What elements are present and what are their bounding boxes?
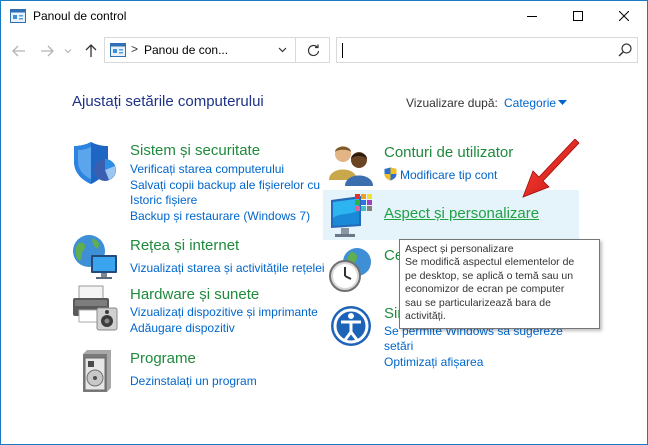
title-bar[interactable]: Panoul de control (1, 1, 647, 32)
link-check-computer-status[interactable]: Verificați starea computerului (130, 162, 284, 176)
link-backup-restore[interactable]: Backup și restaurare (Windows 7) (130, 209, 310, 223)
maximize-icon (573, 11, 583, 21)
clock-globe-icon[interactable] (327, 246, 375, 294)
link-view-devices-printers[interactable]: Vizualizați dispozitive și imprimante (130, 305, 318, 319)
tooltip-line: economizor de ecran pe computer (405, 283, 565, 296)
arrow-left-icon (12, 45, 25, 57)
category-programs-title[interactable]: Programe (130, 350, 196, 367)
network-globe-icon[interactable] (71, 233, 119, 281)
uac-shield-icon (384, 167, 397, 181)
red-annotation-arrow-icon (522, 139, 580, 198)
users-icon[interactable] (327, 140, 375, 188)
tooltip-line: Se modifică aspectul elementelor de (405, 256, 575, 269)
arrow-up-icon (85, 44, 97, 57)
address-bar[interactable]: > Panou de con... (104, 37, 330, 63)
maximize-button[interactable] (555, 1, 601, 31)
chevron-down-icon (64, 49, 72, 54)
appearance-tooltip: Aspect și personalizare Se modifică aspe… (399, 239, 600, 329)
category-appearance-title[interactable]: Aspect și personalizare (384, 205, 539, 222)
link-change-account-type[interactable]: Modificare tip cont (400, 168, 497, 182)
category-hardware-sound-title[interactable]: Hardware și sunete (130, 286, 259, 303)
link-save-backup-copies[interactable]: Salvați copii backup ale fișierelor cu (130, 178, 320, 192)
window-title: Panoul de control (33, 9, 127, 23)
back-button[interactable] (9, 41, 29, 61)
close-button[interactable] (601, 1, 647, 31)
search-icon[interactable] (617, 42, 633, 58)
tooltip-line: sau se particularizează bara de (405, 296, 551, 309)
link-file-history[interactable]: Istoric fișiere (130, 193, 197, 207)
appearance-monitor-icon[interactable] (327, 192, 375, 240)
category-user-accounts-title[interactable]: Conturi de utilizator (384, 144, 513, 161)
caret-down-icon[interactable] (558, 100, 567, 106)
tooltip-line: Aspect și personalizare (405, 243, 514, 255)
close-icon (619, 11, 629, 21)
refresh-icon (307, 44, 319, 56)
breadcrumb-separator[interactable]: > (131, 42, 138, 56)
link-settings[interactable]: setări (384, 339, 413, 353)
search-box[interactable] (336, 37, 638, 63)
view-by-dropdown[interactable]: Categorie (504, 96, 556, 110)
view-by-label: Vizualizare după: (406, 96, 498, 110)
control-panel-app-icon (10, 9, 26, 23)
address-divider (295, 38, 296, 62)
link-add-device[interactable]: Adăugare dispozitiv (130, 321, 235, 335)
arrow-right-icon (41, 45, 54, 57)
category-network-internet-title[interactable]: Rețea și internet (130, 237, 239, 254)
page-title: Ajustați setările computerului (72, 93, 264, 110)
forward-button[interactable] (37, 41, 57, 61)
minimize-button[interactable] (509, 1, 555, 31)
tooltip-line: activități. (405, 310, 446, 323)
chevron-down-icon (278, 47, 286, 53)
link-uninstall-program[interactable]: Dezinstalați un program (130, 374, 257, 388)
refresh-button[interactable] (297, 38, 329, 62)
programs-box-icon[interactable] (73, 348, 121, 396)
ease-of-access-icon[interactable] (329, 304, 377, 352)
up-button[interactable] (81, 41, 101, 61)
link-view-network-status[interactable]: Vizualizați starea și activitățile rețel… (130, 261, 325, 275)
text-caret (342, 43, 343, 58)
link-optimize-display[interactable]: Optimizați afișarea (384, 355, 483, 369)
address-dropdown-button[interactable] (271, 38, 293, 62)
minimize-icon (527, 16, 537, 17)
recent-locations-button[interactable] (61, 41, 75, 61)
tooltip-line: pe desktop, se aplică o temă sau un (405, 269, 574, 282)
control-panel-window: Panoul de control > Panou de con... Ajus… (0, 0, 648, 445)
shield-icon[interactable] (71, 139, 119, 187)
breadcrumb-path[interactable]: Panou de con... (144, 43, 228, 57)
printer-speaker-icon[interactable] (71, 284, 119, 332)
category-system-security-title[interactable]: Sistem și securitate (130, 142, 260, 159)
control-panel-icon (110, 43, 126, 57)
